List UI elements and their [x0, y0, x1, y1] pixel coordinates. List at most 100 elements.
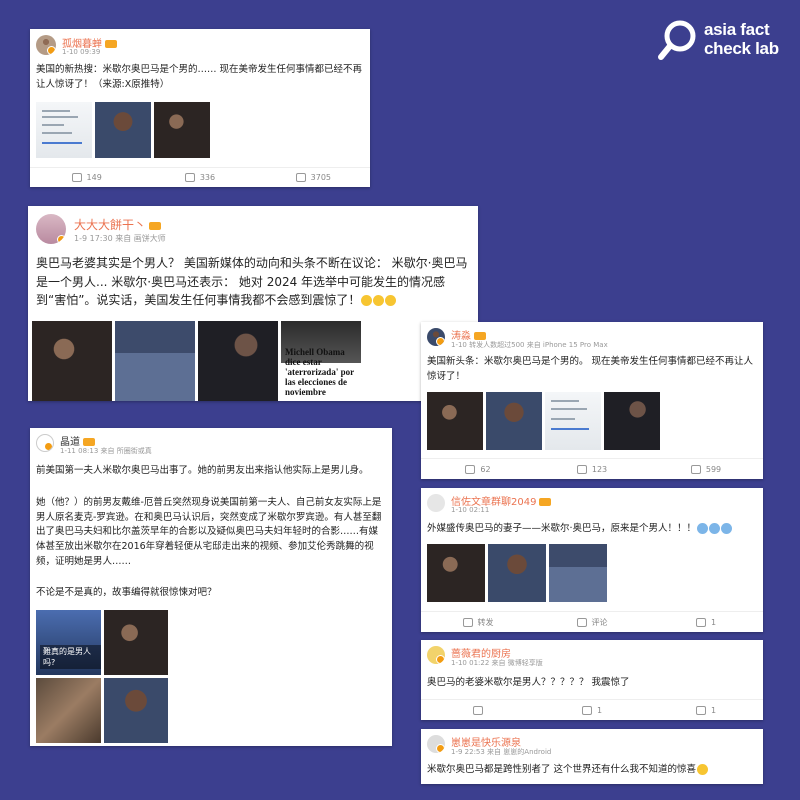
post-text: 美国的新热搜：米歇尔奥巴马是个男的…… 现在美帝发生任何事情都已经不再让人惊讶了… [36, 64, 363, 90]
emoji-icon [697, 764, 709, 775]
post-meta: 1-10 02:11 [451, 506, 490, 514]
like-icon [695, 617, 706, 627]
repost-icon [462, 617, 473, 627]
avatar[interactable] [427, 646, 445, 664]
emoji-icon [373, 295, 385, 307]
level-badge-icon [539, 498, 552, 506]
like-button[interactable]: 1 [649, 612, 763, 632]
level-badge-icon [83, 438, 95, 446]
screenshot-image[interactable] [36, 102, 92, 158]
comment-icon [581, 705, 592, 715]
screenshot-image[interactable] [545, 392, 601, 450]
like-icon [690, 464, 701, 474]
image-grid: 難真的是男人吗? [36, 610, 168, 743]
verified-badge-icon [57, 235, 66, 244]
username[interactable]: 大大大餅干丶 [74, 216, 162, 233]
avatar[interactable] [427, 494, 445, 512]
post-paragraph-1: 前美国第一夫人米歇尔奥巴马出事了。她的前男友出来指认他实际上是男儿身。 [36, 465, 369, 476]
comment-icon [184, 173, 195, 182]
action-bar: 1 1 [421, 699, 763, 720]
image-grid [427, 392, 660, 450]
photo-image[interactable] [488, 544, 546, 602]
photo-image[interactable] [427, 544, 485, 602]
like-button[interactable]: 3705 [257, 168, 370, 187]
photo-image[interactable] [115, 321, 195, 401]
photo-image[interactable] [32, 321, 112, 401]
image-grid [427, 544, 607, 602]
repost-icon [71, 173, 82, 182]
verified-badge-icon [44, 442, 53, 451]
photo-image[interactable] [198, 321, 278, 401]
post-text: 外媒盛传奥巴马的妻子——米歇尔·奥巴马，原来是个男人！！！ [427, 522, 757, 537]
post-text: 美国新头条：米歇尔奥巴马是个男的。 现在美帝发生任何事情都已经不再让人惊讶了！ [427, 356, 754, 382]
image-grid [36, 102, 210, 158]
photo-image[interactable] [103, 610, 168, 675]
level-badge-icon [105, 40, 117, 48]
weibo-post-5: 信佐文章群聊2049 1-10 02:11 外媒盛传奥巴马的妻子——米歇尔·奥巴… [421, 488, 763, 632]
weibo-post-6: 蔷薇君的厨房 1-10 01:22 来自 微博轻享版 奥巴马的老婆米歇尔是男人？… [421, 640, 763, 720]
post-text: 奥巴马的老婆米歇尔是男人？？？？？ 我震惊了 [427, 677, 630, 688]
repost-icon [473, 705, 483, 715]
comment-button[interactable]: 1 [535, 700, 649, 720]
weibo-post-4: 晶道 1-11 08:13 来自 所圈街或真 前美国第一夫人米歇尔奥巴马出事了。… [30, 428, 392, 746]
comment-button[interactable]: 336 [143, 168, 256, 187]
comment-icon [576, 617, 587, 627]
verified-badge-icon [436, 744, 445, 753]
emoji-icon [361, 295, 373, 307]
photo-image[interactable] [154, 102, 210, 158]
comment-button[interactable]: 评论 [535, 612, 649, 632]
emoji-icon [721, 523, 733, 534]
verified-badge-icon [436, 337, 445, 346]
like-button[interactable]: 1 [649, 700, 763, 720]
photo-image[interactable] [604, 392, 660, 450]
post-paragraph-3: 不论是不是真的，故事编得就很惊悚对吧？ [36, 587, 217, 598]
comment-icon [576, 464, 587, 474]
avatar[interactable] [36, 35, 56, 55]
verified-badge-icon [436, 655, 445, 664]
repost-button[interactable]: 149 [30, 168, 143, 187]
level-badge-icon [474, 332, 486, 340]
like-icon [295, 173, 306, 182]
comment-button[interactable]: 123 [535, 459, 649, 479]
emoji-icon [709, 523, 721, 534]
weibo-post-7: 崽崽是快乐源泉 1-9 22:53 来自 崽崽的Android 米歇尔奥巴马都是… [421, 729, 763, 784]
photo-image[interactable] [427, 392, 483, 450]
logo-line1: asia fact [704, 20, 770, 39]
post-text: 米歇尔奥巴马都是跨性别者了 这个世界还有什么我不知道的惊喜 [427, 763, 757, 778]
like-button[interactable]: 599 [649, 459, 763, 479]
weibo-post-3: 涛淼 1-10 转发人数超过500 来自 iPhone 15 Pro Max 美… [421, 322, 763, 479]
post-meta: 1-10 转发人数超过500 来自 iPhone 15 Pro Max [451, 341, 608, 349]
asia-fact-check-lab-logo: asia fact check lab [658, 16, 788, 64]
action-bar: 149 336 3705 [30, 167, 370, 187]
avatar[interactable] [36, 214, 66, 244]
post-paragraph-2: 她（他？）的前男友戴维-厄普丘突然现身说美国前第一夫人、自己前女友实际上是男人原… [36, 497, 382, 567]
news-article-image[interactable]: Michell Obama dice estar 'aterrorizada' … [281, 321, 361, 401]
action-bar: 62 123 599 [421, 458, 763, 479]
magnifier-logo-icon [658, 20, 696, 60]
photo-image[interactable] [95, 102, 151, 158]
repost-button[interactable]: 62 [421, 459, 535, 479]
action-bar: 转发 评论 1 [421, 611, 763, 632]
post-meta: 1-11 08:13 来自 所圈街或真 [60, 447, 152, 455]
photo-image[interactable] [486, 392, 542, 450]
post-meta: 1-9 22:53 来自 崽崽的Android [451, 748, 552, 756]
avatar[interactable] [427, 735, 445, 753]
photo-image[interactable] [36, 678, 101, 743]
image-grid: Michell Obama dice estar 'aterrorizada' … [32, 321, 361, 401]
post-text: 奥巴马老婆其实是个男人？ 美国新媒体的动向和头条不断在议论： 米歇尔·奥巴马是一… [36, 256, 468, 308]
repost-button[interactable] [421, 700, 535, 720]
verified-badge-icon [47, 46, 56, 55]
avatar[interactable] [427, 328, 445, 346]
photo-image[interactable] [549, 544, 607, 602]
photo-image[interactable] [103, 678, 168, 743]
repost-icon [465, 464, 476, 474]
post-meta: 1-10 09:39 [62, 48, 101, 56]
level-badge-icon [149, 221, 162, 230]
post-meta: 1-10 01:22 来自 微博轻享版 [451, 659, 543, 667]
repost-button[interactable]: 转发 [421, 612, 535, 632]
news-caption: Michell Obama dice estar 'aterrorizada' … [285, 347, 354, 397]
like-icon [695, 705, 706, 715]
avatar[interactable] [36, 434, 54, 452]
weibo-post-2: 大大大餅干丶 1-9 17:30 来自 画饼大师 奥巴马老婆其实是个男人？ 美国… [28, 206, 478, 401]
photo-image[interactable]: 難真的是男人吗? [36, 610, 101, 675]
